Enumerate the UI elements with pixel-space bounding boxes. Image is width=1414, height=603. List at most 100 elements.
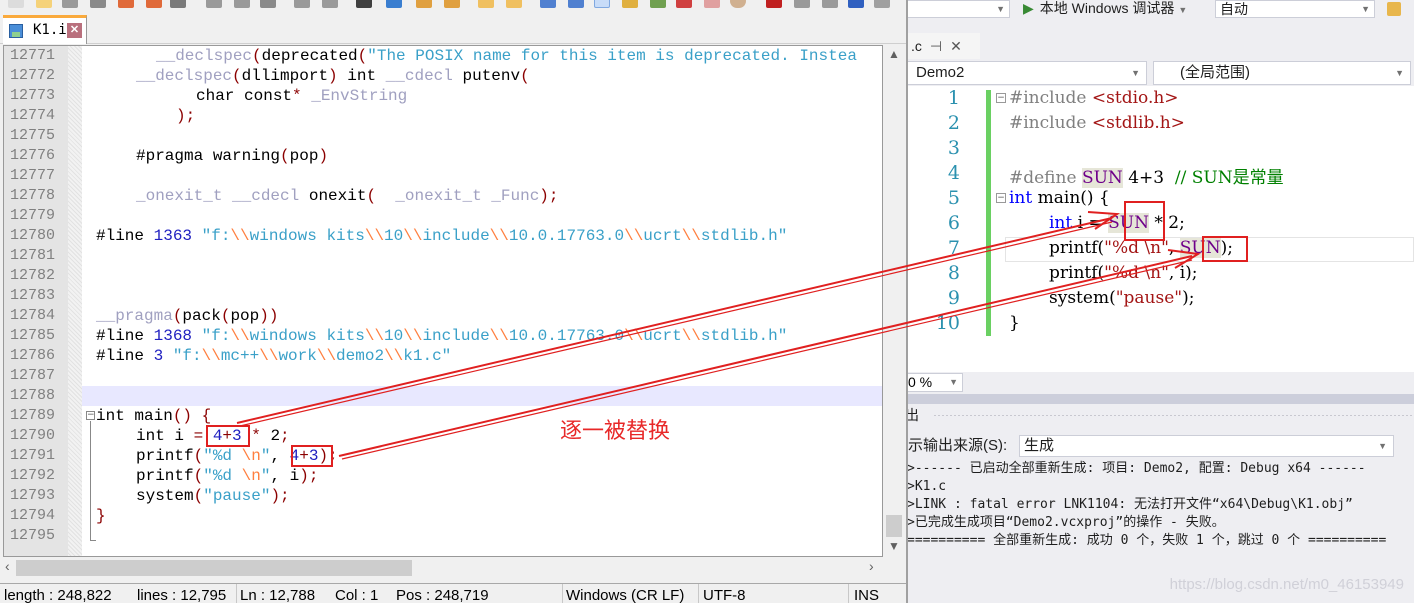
status-divider (562, 584, 563, 603)
play-macro-icon[interactable] (822, 0, 838, 8)
visual-studio-window: ▼ ▶ 本地 Windows 调试器 ▼ 自动 ▼ .c ⊣ ✕ Demo2 ▼ (全局范围… (893, 0, 1414, 603)
code-token: \\ (364, 327, 385, 345)
code-token: ); (270, 487, 290, 505)
line-number: 12777 (10, 167, 56, 184)
code-token: 3 (153, 347, 164, 365)
doc-map-icon[interactable] (650, 0, 666, 8)
copy-icon[interactable] (234, 0, 250, 8)
fold-toggle-icon[interactable]: − (996, 93, 1006, 103)
udl-icon[interactable] (622, 0, 638, 8)
zoom-in-icon[interactable] (416, 0, 432, 8)
code-token: "f: (163, 347, 202, 365)
code-token: #line (96, 347, 154, 365)
replace-icon[interactable] (386, 0, 402, 8)
scope-name: (全局范围) (1180, 64, 1250, 81)
code-token: putenv (452, 67, 521, 85)
show-all-chars-icon[interactable] (568, 0, 584, 8)
record-macro-icon[interactable] (766, 0, 782, 8)
sync-horizontal-icon[interactable] (506, 0, 522, 8)
sync-vertical-icon[interactable] (478, 0, 494, 8)
word-wrap-icon[interactable] (540, 0, 556, 8)
code-token: \\ (384, 347, 404, 365)
cut-icon[interactable] (206, 0, 222, 8)
code-line: #include <stdio.h> (1009, 88, 1179, 108)
tab-k1-i[interactable]: K1.i ✕ (3, 15, 87, 44)
output-text[interactable]: >------ 已启动全部重新生成: 项目: Demo2, 配置: Debug … (905, 459, 1414, 603)
code-token: "pause" (203, 487, 271, 505)
run-macro-multiple-icon[interactable] (848, 0, 864, 8)
code-token: 1368 (153, 327, 193, 345)
fold-toggle-icon[interactable]: − (996, 193, 1006, 203)
zoom-dropdown[interactable]: 0 % ▼ (905, 373, 963, 392)
npp-code-editor[interactable]: 12771 12772 12773 12774 12775 12776 12777 12778… (3, 45, 883, 557)
paste-icon[interactable] (260, 0, 276, 8)
code-token: printf (136, 467, 194, 485)
scroll-up-icon[interactable]: ▲ (888, 47, 900, 61)
code-token: _onexit_t __cdecl (136, 187, 300, 205)
status-ln: Ln : 12,788 (240, 587, 316, 603)
status-bar: length : 248,822 lines : 12,795 Ln : 12,… (0, 583, 906, 603)
scroll-left-icon[interactable]: ‹ (5, 558, 10, 574)
panel-splitter[interactable] (905, 394, 1414, 404)
code-token: ) (318, 147, 329, 165)
stop-macro-icon[interactable] (794, 0, 810, 8)
close-file-icon[interactable] (118, 0, 134, 8)
output-source-dropdown[interactable]: 生成 ▼ (1019, 435, 1394, 457)
tab-k1-c[interactable]: .c ⊣ ✕ (905, 33, 980, 59)
close-all-icon[interactable] (146, 0, 162, 8)
code-line: #line 1363 "f:\\windows kits\\10\\includ… (96, 227, 787, 245)
open-file-icon[interactable] (36, 0, 52, 8)
find-icon[interactable] (356, 0, 372, 8)
npp-toolbar (0, 0, 906, 12)
fold-margin[interactable] (68, 46, 82, 556)
code-token: int i (136, 427, 194, 445)
chevron-down-icon: ▼ (949, 377, 958, 387)
vertical-scroll-thumb[interactable] (886, 515, 902, 537)
close-icon[interactable]: ✕ (950, 38, 962, 54)
status-eol: Windows (CR LF) (566, 587, 685, 603)
zoom-out-icon[interactable] (444, 0, 460, 8)
indent-guide-icon[interactable] (594, 0, 610, 8)
code-token: , (1168, 238, 1180, 258)
horizontal-scrollbar[interactable]: ‹ › (3, 558, 884, 578)
scope-dropdown[interactable]: (全局范围) ▼ (1153, 61, 1411, 85)
code-token: \\ (624, 327, 644, 345)
undo-icon[interactable] (294, 0, 310, 8)
monitoring-icon[interactable] (730, 0, 746, 8)
arch-dropdown[interactable]: 自动 ▼ (1215, 0, 1375, 18)
code-token: \\ (681, 227, 701, 245)
code-token: system (136, 487, 194, 505)
code-token: = (193, 427, 204, 445)
horizontal-scroll-thumb[interactable] (16, 560, 412, 576)
save-macro-icon[interactable] (874, 0, 890, 8)
folder-workspace-icon[interactable] (704, 0, 720, 8)
line-number: 8 (947, 262, 960, 284)
vertical-scrollbar[interactable]: ▲ ▼ (884, 45, 904, 557)
code-token: include (422, 227, 490, 245)
print-icon[interactable] (170, 0, 186, 8)
line-number: 10 (935, 312, 960, 334)
code-token: ( (366, 187, 377, 205)
code-token: \\ (403, 227, 423, 245)
fold-toggle-icon[interactable]: − (86, 411, 95, 420)
solution-platform-dropdown[interactable]: ▼ (905, 0, 1010, 18)
scroll-down-icon[interactable]: ▼ (888, 539, 900, 553)
code-token: "f: (192, 227, 231, 245)
scroll-right-icon[interactable]: › (869, 558, 874, 574)
redo-icon[interactable] (322, 0, 338, 8)
function-list-icon[interactable] (676, 0, 692, 8)
project-dropdown[interactable]: Demo2 ▼ (905, 61, 1147, 85)
line-number: 12787 (10, 367, 56, 384)
zoom-bar: 0 % ▼ (905, 372, 1414, 394)
save-all-icon[interactable] (90, 0, 106, 8)
start-debugger-button[interactable]: ▶ 本地 Windows 调试器 ▼ (1023, 0, 1187, 18)
search-folder-icon[interactable] (1387, 2, 1401, 16)
pin-icon[interactable]: ⊣ (930, 38, 942, 54)
new-file-icon[interactable] (8, 0, 24, 8)
save-icon[interactable] (62, 0, 78, 8)
code-line: printf("%d \n", i); (1049, 263, 1198, 283)
close-icon[interactable]: ✕ (67, 23, 82, 38)
code-line: int main() { (96, 407, 211, 425)
code-token: 10 (384, 327, 404, 345)
code-token: ( (357, 47, 368, 65)
